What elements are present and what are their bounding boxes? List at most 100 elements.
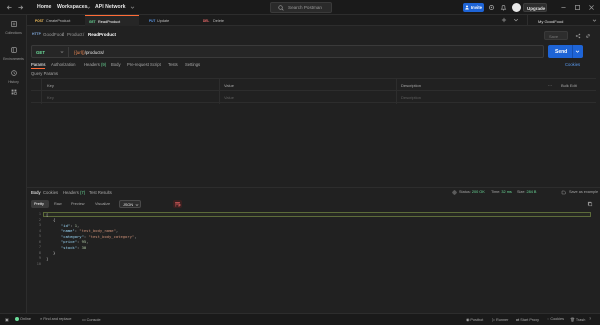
runner-button[interactable]: ▷ Runner (492, 317, 508, 322)
api-network-menu[interactable]: API Network (95, 4, 126, 10)
help-icon[interactable]: ? (589, 317, 591, 321)
find-replace-button[interactable]: ⌕ Find and replace (40, 317, 72, 321)
minimize-icon[interactable] (560, 4, 567, 11)
tab-createproduct[interactable]: POST CreateProduct (32, 15, 82, 26)
save-button[interactable]: Save (544, 31, 568, 40)
view-visualize-button[interactable]: Visualize (92, 200, 116, 208)
add-tab-icon[interactable] (501, 17, 507, 23)
invite-button[interactable]: Invite (463, 3, 484, 12)
share-icon[interactable] (575, 33, 581, 39)
json-stock-value: 30 (81, 244, 87, 250)
environment-selector[interactable]: My GoodFood (527, 15, 600, 26)
time-value: 32 ms (501, 190, 512, 194)
tab-tests[interactable]: Tests (168, 62, 178, 67)
response-body-editor[interactable] (31, 211, 600, 271)
tab-headers[interactable]: Headers (9) (84, 62, 106, 67)
tab-body[interactable]: Body (111, 62, 121, 67)
more-options-icon[interactable]: ⋯ (548, 83, 552, 88)
console-icon: ▭ (82, 318, 86, 322)
save-as-example-button[interactable]: Save as example (569, 190, 598, 194)
tab-params[interactable]: Params (31, 62, 45, 67)
sidebar-item-label: Collections (5, 31, 22, 35)
status-value: 200 OK (471, 190, 485, 194)
tab-response-cookies[interactable]: Cookies (43, 190, 58, 195)
link-icon[interactable] (585, 33, 591, 39)
trash-button[interactable]: 🗑 Trash (570, 317, 585, 322)
find-replace-label: Find and replace (43, 317, 72, 321)
maximize-icon[interactable] (574, 4, 581, 11)
tab-label: Delete (213, 18, 224, 23)
tab-authorization[interactable]: Authorization (51, 62, 75, 67)
wrap-lines-icon[interactable] (173, 200, 182, 208)
settings-icon[interactable] (488, 4, 495, 11)
save-response-icon (561, 190, 566, 195)
send-options-chevron-icon[interactable] (575, 49, 580, 54)
online-status[interactable]: Online (15, 317, 31, 321)
request-name[interactable]: ReadProduct (88, 32, 116, 37)
environments-icon (10, 46, 18, 54)
view-raw-button[interactable]: Raw (51, 200, 65, 208)
console-button[interactable]: ▭ Console (82, 317, 101, 322)
cookies-link[interactable]: Cookies (565, 62, 580, 67)
tab-response-headers[interactable]: Headers (7) (63, 190, 85, 195)
line-number: 7 (38, 245, 41, 249)
tab-response-body[interactable]: Body (31, 190, 41, 195)
divider (572, 45, 573, 58)
tabs-overflow-chevron-icon[interactable] (513, 17, 519, 23)
line-number: 4 (38, 228, 41, 233)
line-number: 1 (38, 212, 41, 216)
upgrade-button[interactable]: Upgrade (523, 3, 547, 12)
tab-delete[interactable]: DEL Delete (199, 15, 249, 26)
view-pretty-button[interactable]: Pretty (31, 200, 49, 208)
format-select[interactable]: JSON (119, 200, 141, 208)
status-label: Status: (459, 190, 471, 194)
tab-readproduct[interactable]: GET ReadProduct (85, 15, 139, 26)
start-proxy-button[interactable]: ⇄ Start Proxy (516, 317, 539, 322)
line-number: 2 (38, 217, 41, 222)
tab-label: Headers (63, 190, 79, 195)
table-header-row: Key Value Description ⋯ Bulk Edit (31, 79, 596, 91)
bulk-edit-link[interactable]: Bulk Edit (561, 83, 577, 88)
divider (219, 79, 220, 104)
add-user-icon (465, 5, 470, 10)
tab-settings[interactable]: Settings (185, 62, 200, 67)
home-link[interactable]: Home (37, 4, 51, 10)
avatar[interactable] (512, 3, 521, 12)
tab-label: Update (157, 18, 170, 23)
size-value: 284 B (526, 190, 537, 194)
cookies-label: Cookies (550, 317, 565, 321)
back-arrow-icon[interactable] (6, 4, 13, 11)
sidebar-item-collections[interactable]: Collections (0, 20, 27, 35)
url-input[interactable]: {{url}}/products/ (74, 50, 104, 55)
key-input[interactable]: Key (47, 95, 54, 100)
tab-test-results[interactable]: Test Results (89, 190, 112, 195)
copy-icon[interactable] (587, 201, 593, 207)
sidebar-item-history[interactable]: History (0, 69, 27, 84)
sidebar-item-environments[interactable]: Environments (0, 46, 27, 61)
tab-pre-request-script[interactable]: Pre-request Script (127, 62, 161, 67)
console-label: Console (86, 318, 101, 322)
tab-update[interactable]: PUT Update (145, 15, 195, 26)
sidebar-item-more-apps[interactable] (0, 88, 27, 98)
layout-toggle-icon[interactable]: ▣ (5, 317, 9, 322)
breadcrumb-folder[interactable]: Product (67, 32, 83, 37)
value-input[interactable]: Value (224, 95, 234, 100)
history-icon (10, 69, 18, 77)
postbot-button[interactable]: ◉ Postbot (466, 317, 483, 322)
search-input[interactable]: Search Postman (270, 2, 332, 13)
description-input[interactable]: Description (401, 95, 421, 100)
cookies-button[interactable]: ◌ Cookies (547, 317, 564, 321)
json-name-value: test_body_name (81, 228, 114, 233)
send-button[interactable]: Send (548, 45, 583, 58)
button-label: Preview (71, 201, 85, 206)
line-number: 5 (38, 234, 41, 238)
globe-icon[interactable] (452, 190, 457, 195)
left-sidebar: Collections Environments History (0, 15, 27, 313)
workspaces-menu[interactable]: Workspaces (57, 4, 87, 10)
method-select[interactable]: GET (36, 50, 45, 55)
view-preview-button[interactable]: Preview (68, 200, 90, 208)
notifications-icon[interactable] (500, 4, 507, 11)
forward-arrow-icon[interactable] (17, 4, 24, 11)
send-label: Send (555, 48, 568, 55)
close-icon[interactable] (588, 4, 595, 11)
